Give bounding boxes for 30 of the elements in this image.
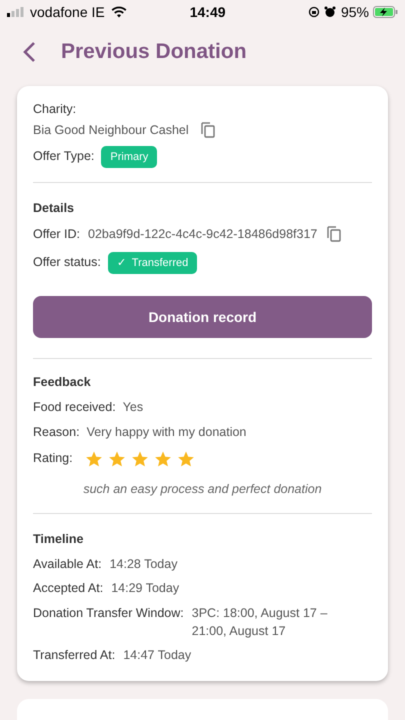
timeline-value: 14:28 Today bbox=[110, 556, 178, 573]
charity-label: Charity: bbox=[33, 101, 78, 118]
rating-label: Rating: bbox=[33, 450, 73, 468]
charity-name: Bia Good Neighbour Cashel bbox=[33, 122, 189, 139]
battery-percent: 95% bbox=[340, 2, 369, 22]
offer-id-label: Offer ID: bbox=[33, 226, 80, 243]
page-title: Previous Donation bbox=[61, 39, 247, 66]
feedback-value: Very happy with my donation bbox=[86, 424, 246, 441]
feedback-comment: such an easy process and perfect donation bbox=[82, 481, 323, 498]
offer-id: 02ba9f9d-122c-4c4c-9c42-18486d98f317 bbox=[88, 226, 318, 243]
timeline-label: Available At: bbox=[33, 556, 102, 572]
timeline-label: Transferred At: bbox=[33, 647, 116, 664]
offer-status-label: Offer status: bbox=[33, 254, 101, 272]
timeline-label: Donation Transfer Window: bbox=[33, 605, 184, 622]
timeline-value: 14:29 Today bbox=[111, 580, 180, 598]
feedback-value: Yes bbox=[122, 398, 144, 416]
details-heading: Details bbox=[33, 200, 75, 217]
timeline-value: 3PC: 18:00, August 17 – 21:00, August 17 bbox=[192, 605, 328, 640]
donation-record-button[interactable]: Donation record bbox=[33, 296, 372, 338]
timeline-label: Accepted At: bbox=[33, 580, 104, 598]
carrier-name: vodafone IE bbox=[30, 2, 105, 22]
feedback-heading: Feedback bbox=[33, 374, 92, 391]
feedback-label: Reason: bbox=[33, 424, 80, 440]
timeline-heading: Timeline bbox=[33, 530, 84, 548]
timeline-value: 14:47 Today bbox=[123, 647, 192, 664]
status-badge: ✓ Transferred bbox=[108, 252, 198, 274]
offer-type-label: Offer Type: bbox=[33, 148, 94, 166]
feedback-label: Food received: bbox=[33, 398, 116, 416]
offer-type-badge: Primary bbox=[101, 146, 158, 168]
clock-time: 14:49 bbox=[190, 2, 226, 22]
